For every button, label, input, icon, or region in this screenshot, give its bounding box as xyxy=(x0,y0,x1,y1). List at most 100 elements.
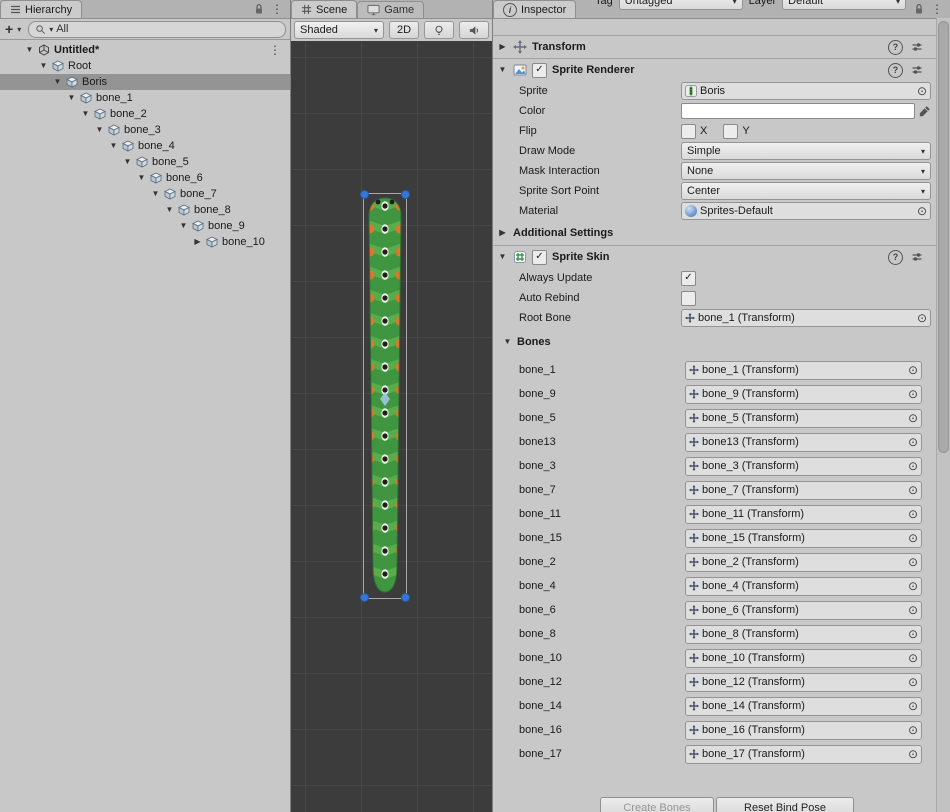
sprite-object-field[interactable]: Boris ⊙ xyxy=(681,82,931,100)
tree-row[interactable]: ▼ Boris xyxy=(0,74,290,90)
tree-row[interactable]: ▼ Untitled* ⋮ xyxy=(0,42,290,58)
object-picker-icon[interactable]: ⊙ xyxy=(908,700,918,712)
scene-viewport[interactable] xyxy=(291,41,492,812)
color-swatch[interactable] xyxy=(681,103,915,119)
bone-object-field[interactable]: bone_14 (Transform) ⊙ xyxy=(685,697,922,716)
selection-handle[interactable] xyxy=(360,593,369,602)
tab-game[interactable]: Game xyxy=(357,1,424,18)
bone-object-field[interactable]: bone_2 (Transform) ⊙ xyxy=(685,553,922,572)
object-picker-icon[interactable]: ⊙ xyxy=(917,312,927,324)
tab-hierarchy[interactable]: Hierarchy xyxy=(0,0,82,18)
object-picker-icon[interactable]: ⊙ xyxy=(908,484,918,496)
tree-row[interactable]: ▼ bone_9 xyxy=(0,218,290,234)
object-picker-icon[interactable]: ⊙ xyxy=(908,460,918,472)
foldout-arrow[interactable]: ▶ xyxy=(192,238,203,246)
tree-row[interactable]: ▼ bone_8 xyxy=(0,202,290,218)
tree-row[interactable]: ▶ bone_10 xyxy=(0,234,290,250)
object-picker-icon[interactable]: ⊙ xyxy=(917,85,927,97)
foldout-arrow[interactable]: ▼ xyxy=(52,78,63,86)
bone-object-field[interactable]: bone_15 (Transform) ⊙ xyxy=(685,529,922,548)
help-icon[interactable]: ? xyxy=(888,40,903,55)
reset-bind-pose-button[interactable]: Reset Bind Pose xyxy=(716,797,854,812)
bone-object-field[interactable]: bone_6 (Transform) ⊙ xyxy=(685,601,922,620)
foldout-closed-icon[interactable]: ▶ xyxy=(497,43,508,51)
bone-object-field[interactable]: bone_16 (Transform) ⊙ xyxy=(685,721,922,740)
shading-mode-dropdown[interactable]: Shaded ▾ xyxy=(294,21,384,39)
foldout-arrow[interactable]: ▼ xyxy=(150,190,161,198)
layer-dropdown[interactable]: Default ▾ xyxy=(782,0,906,10)
foldout-arrow[interactable]: ▼ xyxy=(66,94,77,102)
object-picker-icon[interactable]: ⊙ xyxy=(908,412,918,424)
scrollbar-thumb[interactable] xyxy=(938,21,949,453)
object-picker-icon[interactable]: ⊙ xyxy=(908,580,918,592)
selection-handle[interactable] xyxy=(401,190,410,199)
foldout-open-icon[interactable]: ▼ xyxy=(502,338,513,346)
tree-row[interactable]: ▼ bone_1 xyxy=(0,90,290,106)
tree-row[interactable]: ▼ bone_5 xyxy=(0,154,290,170)
object-picker-icon[interactable]: ⊙ xyxy=(908,556,918,568)
bone-object-field[interactable]: bone_1 (Transform) ⊙ xyxy=(685,361,922,380)
tab-scene[interactable]: Scene xyxy=(291,0,357,18)
selection-handle[interactable] xyxy=(401,593,410,602)
auto-rebind-checkbox[interactable] xyxy=(681,291,696,306)
object-picker-icon[interactable]: ⊙ xyxy=(908,676,918,688)
root-bone-object-field[interactable]: bone_1 (Transform) ⊙ xyxy=(681,309,931,327)
bone-object-field[interactable]: bone_7 (Transform) ⊙ xyxy=(685,481,922,500)
object-picker-icon[interactable]: ⊙ xyxy=(908,436,918,448)
foldout-arrow[interactable]: ▼ xyxy=(164,206,175,214)
foldout-arrow[interactable]: ▼ xyxy=(94,126,105,134)
item-menu-icon[interactable]: ⋮ xyxy=(269,44,290,56)
sprite-renderer-component-header[interactable]: ▼ ✓ Sprite Renderer ? ⋮ xyxy=(493,58,950,81)
mask-interaction-dropdown[interactable]: None ▾ xyxy=(681,162,931,180)
component-enabled-checkbox[interactable]: ✓ xyxy=(532,250,547,265)
object-picker-icon[interactable]: ⊙ xyxy=(908,532,918,544)
object-picker-icon[interactable]: ⊙ xyxy=(908,628,918,640)
transform-component-header[interactable]: ▶ Transform ? ⋮ xyxy=(493,35,950,58)
bone-object-field[interactable]: bone_17 (Transform) ⊙ xyxy=(685,745,922,764)
2d-toggle-button[interactable]: 2D xyxy=(389,21,419,39)
bone-object-field[interactable]: bone_5 (Transform) ⊙ xyxy=(685,409,922,428)
bones-foldout[interactable]: ▼ Bones xyxy=(493,332,950,352)
foldout-arrow[interactable]: ▼ xyxy=(136,174,147,182)
help-icon[interactable]: ? xyxy=(888,250,903,265)
kebab-menu-icon[interactable]: ⋮ xyxy=(931,3,943,15)
foldout-open-icon[interactable]: ▼ xyxy=(497,66,508,74)
flip-x-checkbox[interactable] xyxy=(681,124,696,139)
hierarchy-search-input[interactable]: ▾ All xyxy=(28,21,286,38)
object-picker-icon[interactable]: ⊙ xyxy=(917,205,927,217)
sort-point-dropdown[interactable]: Center ▾ xyxy=(681,182,931,200)
object-picker-icon[interactable]: ⊙ xyxy=(908,388,918,400)
tree-row[interactable]: ▼ bone_3 xyxy=(0,122,290,138)
foldout-arrow[interactable]: ▼ xyxy=(38,62,49,70)
selection-handle[interactable] xyxy=(360,190,369,199)
presets-icon[interactable] xyxy=(911,41,923,53)
flip-y-checkbox[interactable] xyxy=(723,124,738,139)
object-picker-icon[interactable]: ⊙ xyxy=(908,724,918,736)
object-picker-icon[interactable]: ⊙ xyxy=(908,652,918,664)
scene-lighting-button[interactable] xyxy=(424,21,454,39)
tree-row[interactable]: ▼ bone_2 xyxy=(0,106,290,122)
lock-icon[interactable] xyxy=(254,3,264,15)
help-icon[interactable]: ? xyxy=(888,63,903,78)
draw-mode-dropdown[interactable]: Simple ▾ xyxy=(681,142,931,160)
object-picker-icon[interactable]: ⊙ xyxy=(908,364,918,376)
tree-row[interactable]: ▼ Root xyxy=(0,58,290,74)
tree-row[interactable]: ▼ bone_7 xyxy=(0,186,290,202)
foldout-arrow[interactable]: ▼ xyxy=(24,46,35,54)
bone-object-field[interactable]: bone_8 (Transform) ⊙ xyxy=(685,625,922,644)
kebab-menu-icon[interactable]: ⋮ xyxy=(271,3,283,15)
tree-row[interactable]: ▼ bone_6 xyxy=(0,170,290,186)
tag-dropdown[interactable]: Untagged ▾ xyxy=(619,0,743,10)
object-picker-icon[interactable]: ⊙ xyxy=(908,748,918,760)
additional-settings-foldout[interactable]: ▶ Additional Settings xyxy=(493,221,950,245)
bone-object-field[interactable]: bone_12 (Transform) ⊙ xyxy=(685,673,922,692)
foldout-open-icon[interactable]: ▼ xyxy=(497,253,508,261)
presets-icon[interactable] xyxy=(911,64,923,76)
bone-object-field[interactable]: bone_11 (Transform) ⊙ xyxy=(685,505,922,524)
foldout-arrow[interactable]: ▼ xyxy=(178,222,189,230)
bone-object-field[interactable]: bone13 (Transform) ⊙ xyxy=(685,433,922,452)
foldout-arrow[interactable]: ▼ xyxy=(80,110,91,118)
component-enabled-checkbox[interactable]: ✓ xyxy=(532,63,547,78)
bone-object-field[interactable]: bone_10 (Transform) ⊙ xyxy=(685,649,922,668)
presets-icon[interactable] xyxy=(911,251,923,263)
